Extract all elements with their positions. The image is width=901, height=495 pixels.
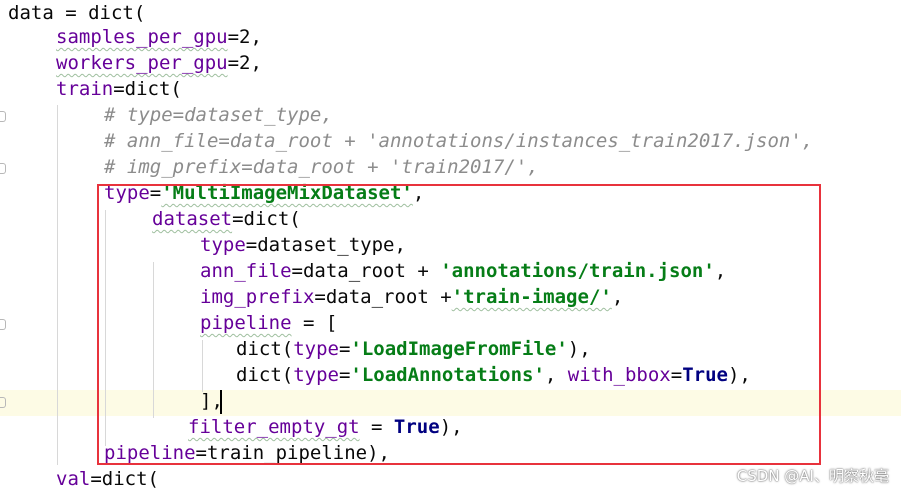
code-line-2[interactable]: samples_per_gpu=2, xyxy=(56,24,262,50)
code-comment: # ann_file=data_root + 'annotations/inst… xyxy=(104,130,814,152)
code-line-6[interactable]: # ann_file=data_root + 'annotations/inst… xyxy=(104,128,813,154)
code-token: =2, xyxy=(227,26,262,48)
code-line-5[interactable]: # type=dataset_type, xyxy=(104,102,333,128)
highlight-box xyxy=(97,184,821,465)
fold-marker-icon[interactable] xyxy=(0,163,6,174)
code-comment: # type=dataset_type, xyxy=(104,104,333,126)
code-token: =2, xyxy=(227,52,262,74)
code-line-7[interactable]: # img_prefix=data_root + 'train2017/', xyxy=(104,154,539,180)
code-token: =dict( xyxy=(90,468,159,490)
code-token: data = dict( xyxy=(8,2,146,24)
fold-marker-icon[interactable] xyxy=(0,319,6,330)
code-editor[interactable]: data = dict( samples_per_gpu=2, workers_… xyxy=(0,0,901,495)
code-comment: # img_prefix=data_root + 'train2017/', xyxy=(104,156,539,178)
watermark: CSDN @AI、明察秋毫 xyxy=(736,467,889,485)
code-line-4[interactable]: train=dict( xyxy=(56,76,182,102)
code-token: samples_per_gpu xyxy=(56,26,228,48)
code-token: val xyxy=(56,468,91,490)
code-token: train xyxy=(56,78,114,100)
code-token: =dict( xyxy=(113,78,182,100)
indent-guide xyxy=(57,105,58,465)
code-token: workers_per_gpu xyxy=(56,52,228,74)
code-line-1[interactable]: data = dict( xyxy=(8,0,145,26)
code-line-3[interactable]: workers_per_gpu=2, xyxy=(56,50,262,76)
code-line-19[interactable]: val=dict( xyxy=(56,466,159,492)
fold-marker-icon[interactable] xyxy=(0,111,6,122)
fold-marker-icon[interactable] xyxy=(0,397,6,408)
